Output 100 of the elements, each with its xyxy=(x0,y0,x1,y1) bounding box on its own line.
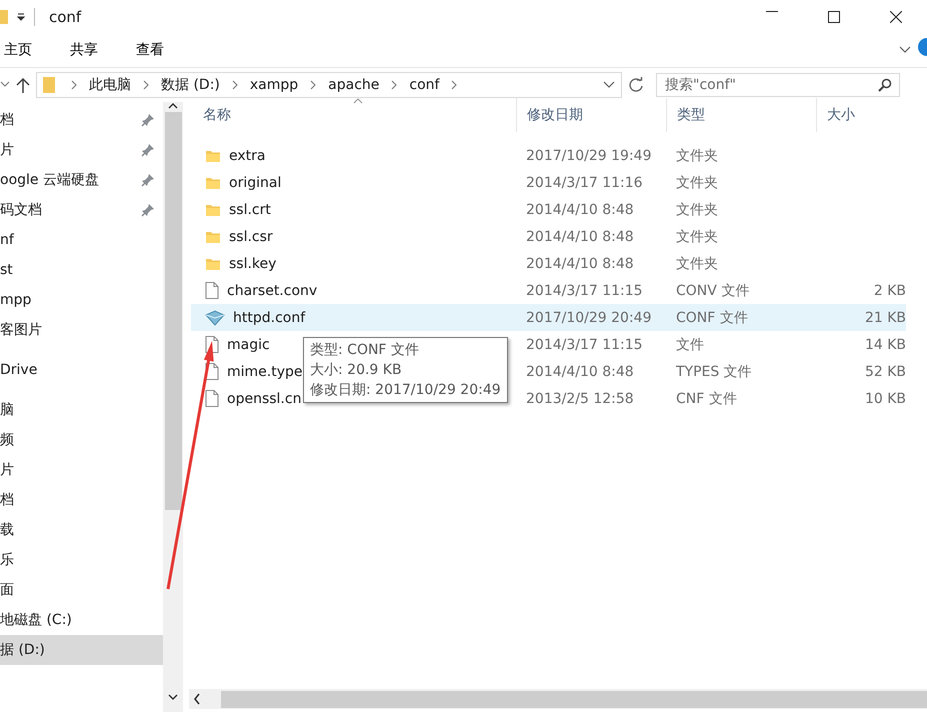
date-cell-text: 2017/10/29 20:49 xyxy=(525,310,652,326)
window-title: conf xyxy=(49,8,82,26)
type-cell-text: 文件夹 xyxy=(675,174,719,192)
nav-item[interactable]: nf xyxy=(0,225,163,255)
date-cell-text: 2013/2/5 12:58 xyxy=(525,390,635,406)
nav-item[interactable]: Drive xyxy=(0,345,163,385)
nav-item[interactable]: mpp xyxy=(0,285,163,315)
file-name: ssl.crt xyxy=(229,202,271,218)
date-cell-text: 2017/10/29 19:49 xyxy=(525,148,652,164)
config-file-icon xyxy=(205,310,225,326)
nav-item[interactable]: 码文档 xyxy=(0,195,163,225)
file-name: mime.type xyxy=(227,364,303,380)
column-header[interactable]: 名称 xyxy=(191,98,516,132)
pin-icon[interactable] xyxy=(141,173,155,187)
type-cell-text: CONF 文件 xyxy=(675,308,749,326)
file-name: extra xyxy=(229,148,266,164)
chevron-right-icon xyxy=(451,80,458,90)
file-name: openssl.cn xyxy=(227,390,302,406)
column-header[interactable]: 大小 xyxy=(816,98,906,132)
folder-icon xyxy=(43,77,55,93)
tooltip-line: 大小: 20.9 KB xyxy=(310,361,403,380)
nav-item[interactable]: 乐 xyxy=(0,545,163,575)
chevron-down-icon[interactable] xyxy=(0,81,10,89)
nav-item[interactable]: 载 xyxy=(0,515,163,545)
close-icon[interactable] xyxy=(890,10,902,22)
type-cell-text: 文件夹 xyxy=(675,254,719,272)
type-cell-text: 文件 xyxy=(675,336,705,354)
breadcrumb[interactable]: apache xyxy=(322,77,386,93)
ribbon-tab[interactable]: 主页 xyxy=(0,35,50,65)
search-field[interactable]: 搜索"conf" xyxy=(656,73,900,97)
chevron-right-icon xyxy=(310,80,316,90)
size-cell-text: 10 KB xyxy=(864,390,906,406)
folder-icon xyxy=(205,202,221,216)
folder-icon xyxy=(205,230,221,244)
type-cell-text: TYPES 文件 xyxy=(675,362,753,380)
minimize-icon[interactable] xyxy=(766,10,778,12)
ribbon-tab[interactable]: 共享 xyxy=(66,35,116,65)
vertical-scrollbar[interactable] xyxy=(163,102,183,712)
file-name: original xyxy=(229,174,282,190)
breadcrumb[interactable]: xampp xyxy=(244,77,304,93)
file-row[interactable]: httpd.conf 2017/10/29 20:49 CONF 文件 21 KB xyxy=(191,304,906,331)
chevron-right-icon xyxy=(143,80,149,90)
column-header[interactable]: 修改日期 xyxy=(516,98,666,132)
refresh-icon[interactable] xyxy=(628,77,644,93)
pin-icon[interactable] xyxy=(141,203,155,217)
chevron-right-icon xyxy=(232,80,238,90)
chevron-right-icon xyxy=(391,80,398,90)
folder-icon xyxy=(205,256,221,270)
date-cell-text: 2014/3/17 11:16 xyxy=(525,174,644,190)
breadcrumb[interactable]: conf xyxy=(403,77,446,93)
tooltip-line: 修改日期: 2017/10/29 20:49 xyxy=(310,381,501,400)
date-cell-text: 2014/4/10 8:48 xyxy=(525,364,635,380)
search-icon xyxy=(878,78,892,92)
nav-item[interactable]: 脑 xyxy=(0,385,163,425)
ribbon-tab[interactable]: 查看 xyxy=(132,35,182,65)
dropdown-icon[interactable] xyxy=(16,12,26,20)
file-name: magic xyxy=(227,336,270,352)
nav-item[interactable]: 地磁盘 (C:) xyxy=(0,605,163,635)
scroll-down-icon[interactable] xyxy=(168,693,178,701)
document-icon xyxy=(205,390,219,407)
chevron-down-icon[interactable] xyxy=(603,81,615,89)
scroll-up-icon[interactable] xyxy=(168,102,178,110)
nav-item[interactable]: 频 xyxy=(0,425,163,455)
folder-icon xyxy=(0,10,8,24)
chevron-down-icon[interactable] xyxy=(899,46,911,54)
chevron-right-icon xyxy=(71,80,77,90)
column-header[interactable]: 类型 xyxy=(666,98,816,132)
size-cell-text: 2 KB xyxy=(872,282,906,298)
scroll-left-icon[interactable] xyxy=(193,693,201,705)
type-cell-text: CNF 文件 xyxy=(675,390,738,408)
type-cell-text: 文件夹 xyxy=(675,200,719,218)
document-icon xyxy=(205,282,219,299)
breadcrumb[interactable]: 此电脑 xyxy=(83,76,137,94)
folder-icon xyxy=(205,176,221,190)
nav-item[interactable]: 片 xyxy=(0,135,163,165)
date-cell-text: 2014/4/10 8:48 xyxy=(525,256,635,272)
date-cell-text: 2014/4/10 8:48 xyxy=(525,228,635,244)
type-cell-text: 文件夹 xyxy=(675,146,719,164)
date-cell-text: 2014/3/17 11:15 xyxy=(525,336,644,352)
nav-item[interactable]: oogle 云端硬盘 xyxy=(0,165,163,195)
breadcrumb[interactable]: 数据 (D:) xyxy=(155,76,226,94)
type-cell-text: 文件夹 xyxy=(675,228,719,246)
nav-item[interactable]: 面 xyxy=(0,575,163,605)
nav-item[interactable]: 片 xyxy=(0,455,163,485)
nav-item[interactable]: 据 (D:) xyxy=(0,635,163,665)
nav-item[interactable]: st xyxy=(0,255,163,285)
file-name: ssl.key xyxy=(229,256,276,272)
nav-item[interactable]: 档 xyxy=(0,485,163,515)
size-cell-text: 52 KB xyxy=(864,364,906,380)
maximize-icon[interactable] xyxy=(828,10,840,22)
nav-item[interactable]: 档 xyxy=(0,105,163,135)
pin-icon[interactable] xyxy=(141,113,155,127)
file-name: charset.conv xyxy=(227,282,318,298)
up-arrow-icon[interactable] xyxy=(16,77,30,93)
folder-icon xyxy=(205,148,221,162)
size-cell-text: 21 KB xyxy=(864,310,906,326)
nav-item[interactable]: 客图片 xyxy=(0,315,163,345)
horizontal-scrollbar[interactable] xyxy=(189,689,927,709)
address-bar[interactable]: 此电脑 数据 (D:) xampp apache conf xyxy=(36,72,622,98)
pin-icon[interactable] xyxy=(141,143,155,157)
